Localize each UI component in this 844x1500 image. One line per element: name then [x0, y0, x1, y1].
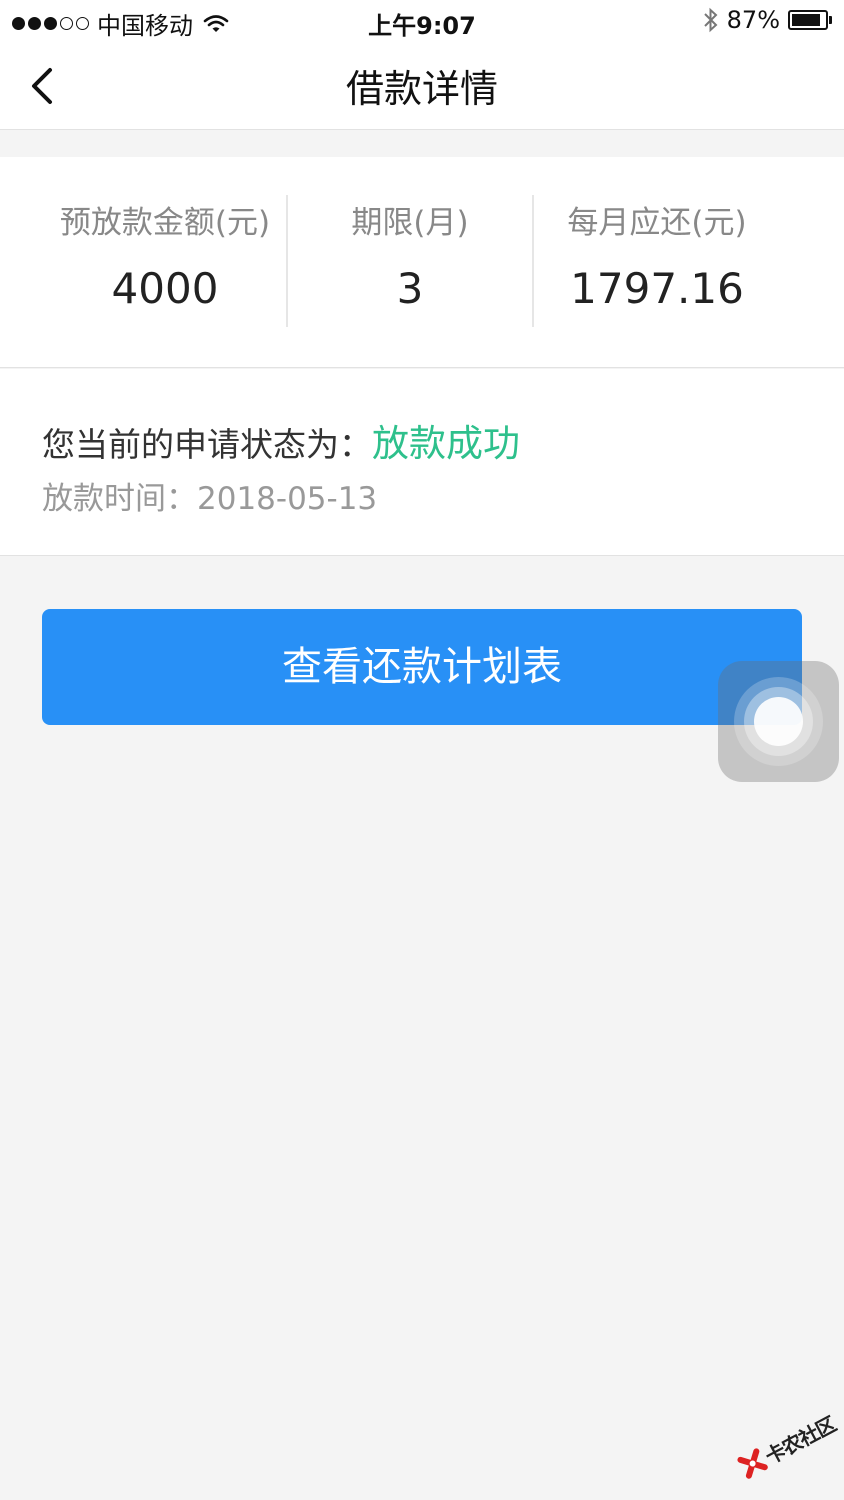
status-bar: 中国移动 上午9:07 87% — [0, 0, 844, 42]
stat-value: 3 — [396, 264, 424, 313]
stat-value: 4000 — [111, 264, 219, 313]
monthly-payment-stat: 每月应还(元) 1797.16 — [535, 197, 779, 313]
loan-amount-stat: 预放款金额(元) 4000 — [43, 197, 287, 313]
watermark: 卡农社区 — [722, 1385, 844, 1500]
battery-percent: 87% — [726, 6, 780, 34]
battery-icon — [788, 10, 832, 30]
time-value: 2018-05-13 — [197, 481, 378, 517]
time-label: 放款时间： — [42, 481, 197, 517]
loan-detail-screen: 中国移动 上午9:07 87% 借款详情 预放款金额(元) 4000 期限(月)… — [0, 0, 844, 1500]
status-prefix: 您当前的申请状态为： — [42, 425, 372, 464]
stat-label: 每月应还(元) — [567, 205, 747, 241]
status-line: 您当前的申请状态为：放款成功 — [42, 413, 520, 467]
divider — [532, 195, 534, 327]
status-value: 放款成功 — [372, 422, 520, 465]
bluetooth-icon — [703, 7, 718, 33]
application-status-section: 您当前的申请状态为：放款成功 放款时间：2018-05-13 — [0, 369, 844, 556]
page-title: 借款详情 — [345, 67, 498, 111]
stat-value: 1797.16 — [570, 264, 744, 313]
status-bar-right: 87% — [703, 6, 832, 34]
loan-summary-card: 预放款金额(元) 4000 期限(月) 3 每月应还(元) 1797.16 — [0, 157, 844, 368]
disbursement-time: 放款时间：2018-05-13 — [42, 473, 377, 518]
assistive-touch-button[interactable] — [718, 661, 839, 782]
watermark-text: 卡农社区 — [760, 1411, 840, 1469]
battery-fill — [792, 14, 820, 26]
view-repayment-schedule-button[interactable]: 查看还款计划表 — [42, 609, 802, 725]
stat-label: 期限(月) — [351, 205, 469, 241]
navigation-bar: 借款详情 — [0, 42, 844, 130]
loan-term-stat: 期限(月) 3 — [288, 197, 532, 313]
stat-label: 预放款金额(元) — [59, 205, 271, 241]
